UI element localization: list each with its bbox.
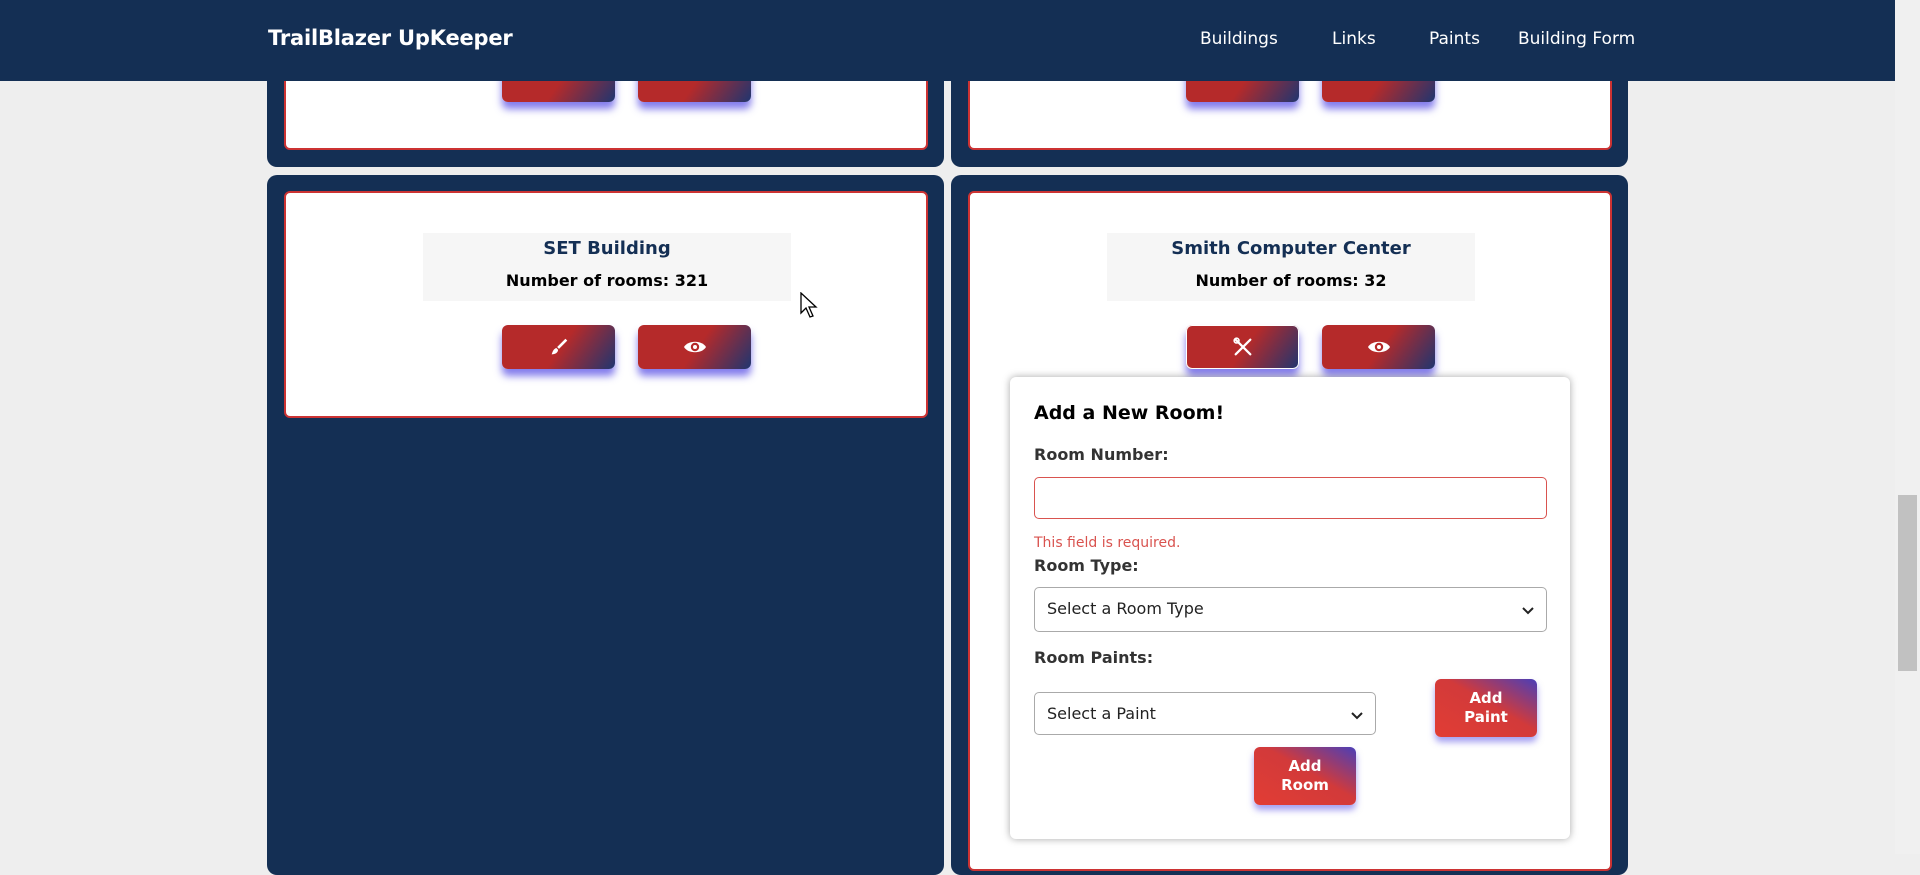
app-title[interactable]: TrailBlazer UpKeeper [268,26,513,50]
scrollbar-thumb[interactable] [1898,495,1917,671]
edit-button[interactable] [502,325,615,369]
chevron-down-icon [1522,607,1534,615]
paint-selected: Select a Paint [1047,704,1156,723]
form-title: Add a New Room! [1034,402,1225,424]
add-room-form: Add a New Room! Room Number: This field … [1010,377,1570,839]
view-button[interactable] [638,325,751,369]
nav-link-building-form[interactable]: Building Form [1518,29,1635,49]
room-count: Number of rooms: 321 [505,271,709,290]
nav-link-links[interactable]: Links [1332,29,1376,49]
room-number-error: This field is required. [1034,535,1181,551]
add-paint-button[interactable]: Add Paint [1435,679,1537,737]
room-count: Number of rooms: 32 [1195,271,1387,290]
mouse-cursor-icon [800,292,818,318]
add-room-label-line1: Add [1288,757,1322,775]
room-number-label: Room Number: [1034,445,1169,464]
close-edit-button[interactable] [1186,325,1299,369]
building-name: SET Building [543,238,671,259]
scrollbar-track[interactable] [1895,0,1920,854]
room-type-select[interactable]: Select a Room Type [1034,587,1547,632]
add-paint-label-line1: Add [1469,689,1503,707]
view-button[interactable] [1322,325,1435,369]
paint-select[interactable]: Select a Paint [1034,692,1376,735]
add-room-label-line2: Room [1281,776,1329,794]
chevron-down-icon [1351,712,1363,720]
add-room-button[interactable]: Add Room [1254,747,1356,805]
room-number-input[interactable] [1034,477,1547,519]
room-paints-label: Room Paints: [1034,648,1154,667]
building-card-set: SET Building Number of rooms: 321 [284,191,928,418]
add-room-label: Add Room [1281,757,1329,795]
eye-icon [1367,341,1390,353]
room-type-label: Room Type: [1034,556,1139,575]
building-info: Smith Computer Center Number of rooms: 3… [1107,233,1475,301]
add-paint-label-line2: Paint [1464,708,1508,726]
building-info: SET Building Number of rooms: 321 [423,233,791,301]
add-paint-label: Add Paint [1464,689,1508,727]
paintbrush-icon [551,338,567,355]
top-navbar: TrailBlazer UpKeeper Buildings Links Pai… [0,0,1895,81]
room-type-selected: Select a Room Type [1047,599,1204,618]
nav-link-buildings[interactable]: Buildings [1200,29,1278,49]
eye-icon [683,341,706,353]
crossed-tools-icon [1232,337,1251,356]
building-name: Smith Computer Center [1171,238,1411,259]
nav-link-paints[interactable]: Paints [1429,29,1480,49]
